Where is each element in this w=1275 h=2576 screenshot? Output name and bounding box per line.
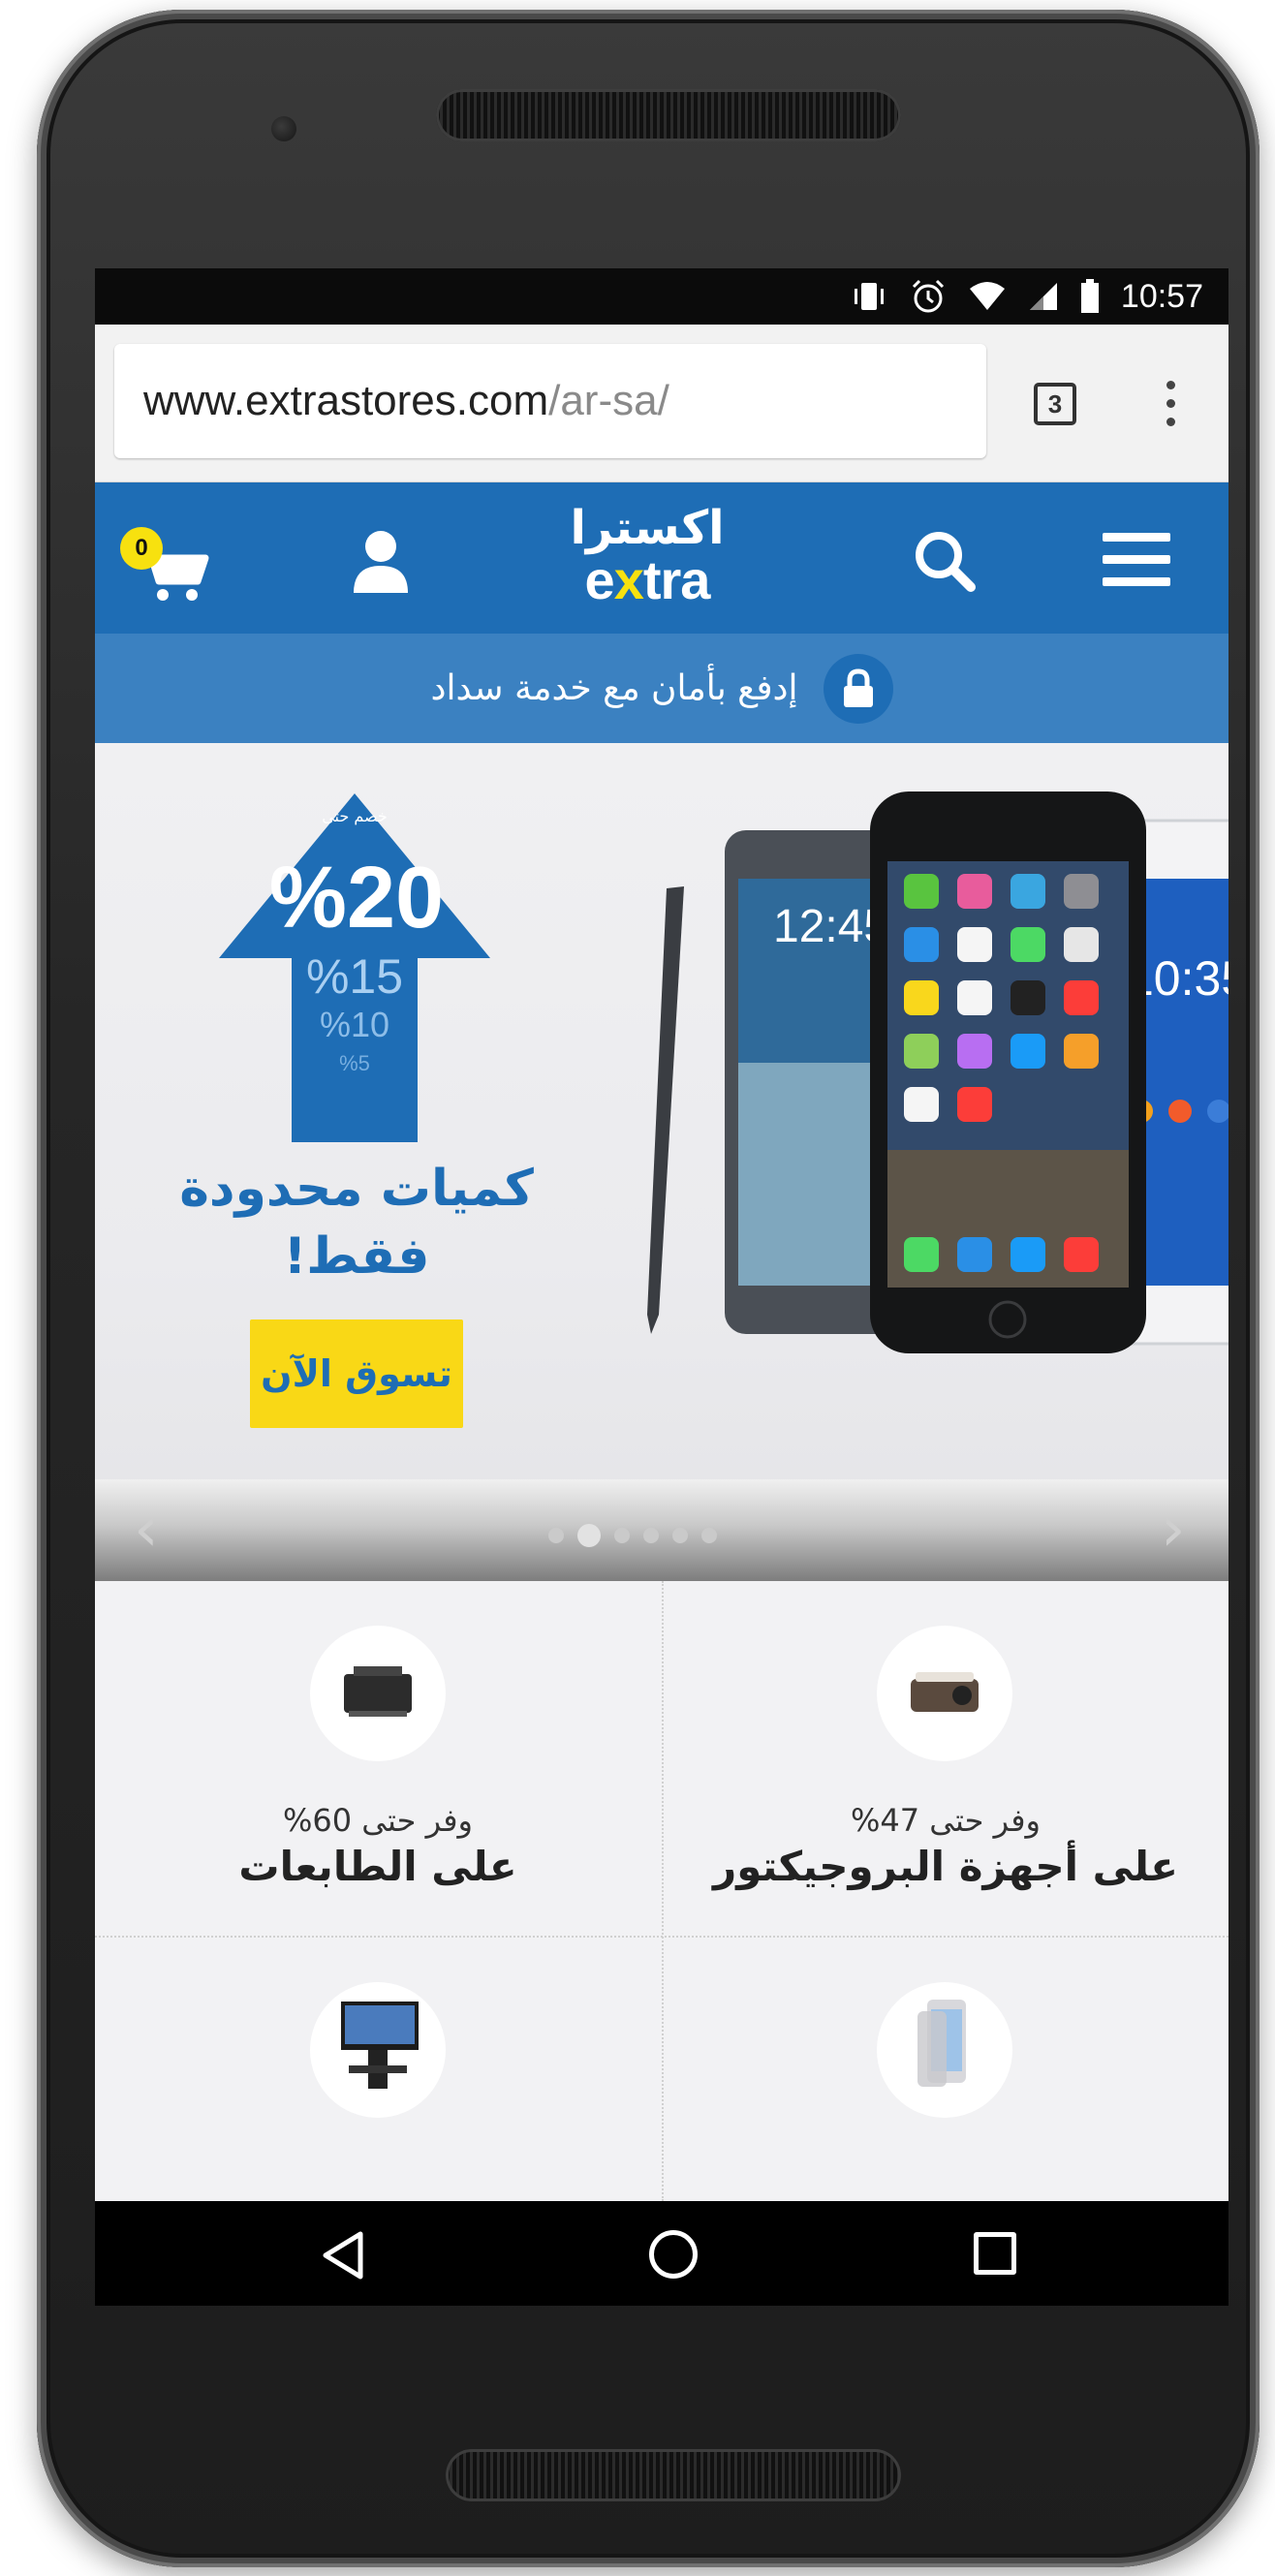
discount-15: %15 — [305, 949, 404, 1004]
grid-divider-horizontal — [95, 1936, 1228, 1938]
carousel-controls: ‹ › — [95, 1479, 1228, 1581]
url-path: /ar-sa/ — [548, 377, 669, 424]
cart-count-badge: 0 — [120, 527, 163, 570]
carousel-dot[interactable] — [672, 1528, 688, 1543]
smartphones-image: 12:45 10:35 — [647, 791, 1228, 1353]
cart-button[interactable]: 0 — [120, 527, 217, 605]
status-bar: 10:57 — [95, 268, 1228, 325]
home-icon[interactable] — [649, 2230, 698, 2279]
discount-5: %5 — [339, 1051, 370, 1075]
shop-now-button[interactable]: تسوق الآن — [250, 1319, 463, 1428]
promo-headline: كميات محدودة فقط! — [179, 1160, 534, 1286]
discount-tag: خصم حتى — [322, 807, 388, 825]
carousel-dot[interactable] — [548, 1528, 564, 1543]
deal-subtitle: وفر حتى 47% — [851, 1802, 1041, 1839]
carousel-dot[interactable] — [643, 1528, 659, 1543]
projector-icon — [877, 1626, 1012, 1761]
status-time: 10:57 — [1120, 277, 1203, 315]
chevron-left-icon[interactable]: ‹ — [134, 1499, 172, 1561]
carousel-dots — [548, 1524, 717, 1547]
earpiece-speaker — [436, 89, 901, 141]
carousel-dot[interactable] — [577, 1524, 601, 1547]
browser-toolbar: www.extrastores.com/ar-sa/ 3 — [95, 325, 1228, 482]
logo-english: extra — [584, 549, 711, 610]
back-icon[interactable] — [320, 2230, 366, 2281]
wifi-icon — [968, 281, 1007, 312]
printer-icon — [310, 1626, 446, 1761]
battery-icon — [1080, 279, 1100, 314]
smartphone-icon — [877, 1982, 1012, 2118]
deals-grid: وفر حتى 60% على الطابعات وفر حتى 47% على… — [95, 1581, 1228, 2201]
secure-payment-banner[interactable]: إدفع بأمان مع خدمة سداد — [95, 634, 1228, 743]
secure-payment-text: إدفع بأمان مع خدمة سداد — [430, 668, 798, 708]
phone-screen: 10:57 www.extrastores.com/ar-sa/ 3 0 اكس… — [95, 268, 1228, 2306]
search-icon[interactable] — [907, 523, 984, 601]
signal-icon — [1028, 281, 1059, 312]
front-camera — [271, 116, 296, 141]
hamburger-menu-icon[interactable] — [1103, 533, 1170, 587]
url-domain: www.extrastores.com — [143, 377, 549, 424]
lock-icon — [823, 653, 893, 724]
tv-stand-icon — [310, 1982, 446, 2118]
carousel-dot[interactable] — [614, 1528, 630, 1543]
grid-divider-vertical — [662, 1581, 664, 2201]
discount-10: %10 — [319, 1005, 390, 1044]
site-logo[interactable]: اكسترا extra — [550, 504, 744, 620]
bottom-speaker — [446, 2449, 901, 2501]
discount-main: %20 — [268, 850, 445, 947]
android-nav-bar — [95, 2201, 1228, 2306]
url-field[interactable]: www.extrastores.com/ar-sa/ — [114, 344, 986, 458]
alarm-icon — [910, 278, 947, 315]
deal-title: على أجهزة البروجيكتور — [713, 1843, 1178, 1890]
deal-subtitle: وفر حتى 60% — [283, 1802, 473, 1839]
recent-apps-icon[interactable] — [974, 2232, 1016, 2275]
chevron-right-icon[interactable]: › — [1161, 1499, 1199, 1561]
carousel-dot[interactable] — [701, 1528, 717, 1543]
more-vert-icon[interactable] — [1161, 381, 1180, 435]
vibrate-icon — [850, 279, 888, 314]
user-icon[interactable] — [342, 523, 420, 601]
deal-title: على الطابعات — [238, 1843, 517, 1890]
promo-banner[interactable]: خصم حتى %20 %15 %10 %5 كميات محدودة فقط!… — [95, 743, 1228, 1479]
site-header: 0 اكسترا extra — [95, 482, 1228, 634]
tab-switcher-button[interactable]: 3 — [1034, 383, 1076, 425]
logo-arabic: اكسترا — [570, 501, 725, 555]
